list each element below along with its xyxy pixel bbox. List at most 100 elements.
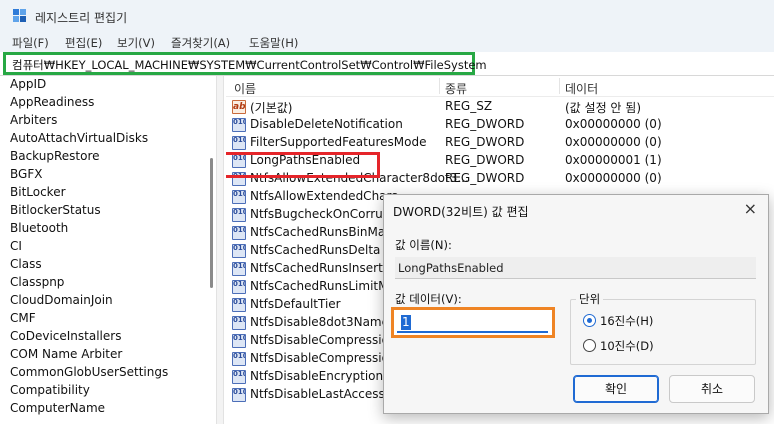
value-name: NtfsCachedRunsLimitMo	[250, 279, 396, 293]
tree-item[interactable]: Arbiters	[10, 113, 57, 127]
value-name: NtfsAllowExtendedChara	[250, 189, 399, 203]
value-name: NtfsBugcheckOnCorrupt	[250, 207, 396, 221]
menu-view[interactable]: 보기(V)	[117, 35, 155, 51]
value-data: (값 설정 안 됨)	[565, 101, 642, 115]
hex-radio[interactable]	[583, 314, 596, 327]
value-row[interactable]: 010 FilterSupportedFeaturesMode REG_DWORD 0…	[226, 134, 774, 152]
value-type: REG_DWORD	[445, 171, 525, 185]
binary-value-icon: 010	[232, 370, 246, 384]
column-separator[interactable]	[559, 78, 560, 94]
value-type: REG_DWORD	[445, 135, 525, 149]
value-row[interactable]: 010 DisableDeleteNotification REG_DWORD 0x0…	[226, 116, 774, 134]
decimal-radio[interactable]	[583, 339, 596, 352]
value-data-text: 1	[401, 315, 411, 330]
tree-item[interactable]: ComputerName	[10, 401, 105, 415]
decimal-radio-label[interactable]: 10진수(D)	[600, 338, 654, 354]
tree-item[interactable]: CommonGlobUserSettings	[10, 365, 168, 379]
key-tree[interactable]: AppID AppReadiness Arbiters AutoAttachVi…	[0, 76, 214, 424]
tree-item[interactable]: AutoAttachVirtualDisks	[10, 131, 148, 145]
tree-item[interactable]: AppReadiness	[10, 95, 94, 109]
pane-splitter[interactable]	[216, 76, 224, 424]
binary-value-icon: 010	[232, 262, 246, 276]
menu-help[interactable]: 도움말(H)	[249, 35, 298, 51]
tree-item[interactable]: CI	[10, 239, 22, 253]
ok-button[interactable]: 확인	[573, 375, 659, 403]
binary-value-icon: 010	[232, 208, 246, 222]
binary-value-icon: 010	[232, 388, 246, 402]
tree-scrollbar[interactable]	[210, 158, 213, 288]
value-name: NtfsCachedRunsBinMaxL	[250, 225, 400, 239]
value-highlight-box	[226, 152, 380, 178]
tree-item[interactable]: CoDeviceInstallers	[10, 329, 121, 343]
binary-value-icon: 010	[232, 244, 246, 258]
value-name: (기본값)	[250, 101, 293, 115]
address-bar[interactable]: 컴퓨터₩HKEY_LOCAL_MACHINE₩SYSTEM₩CurrentCon…	[0, 52, 774, 76]
value-data-highlight-box: 1	[391, 307, 555, 338]
column-separator[interactable]	[439, 78, 440, 94]
value-name: DisableDeleteNotification	[250, 117, 403, 131]
binary-value-icon: 010	[232, 190, 246, 204]
tree-item[interactable]: BackupRestore	[10, 149, 100, 163]
value-type: REG_SZ	[445, 99, 493, 113]
string-value-icon: ab	[232, 100, 246, 114]
title-bar: 레지스트리 편집기	[0, 0, 774, 32]
address-path[interactable]: 컴퓨터₩HKEY_LOCAL_MACHINE₩SYSTEM₩CurrentCon…	[12, 57, 487, 73]
value-name-label: 값 이름(N):	[395, 238, 452, 252]
edit-dword-dialog: DWORD(32비트) 값 편집 × 값 이름(N): LongPathsEna…	[383, 194, 769, 414]
base-group-box	[570, 299, 756, 365]
binary-value-icon: 010	[232, 136, 246, 150]
value-name: NtfsDisableCompression	[250, 333, 397, 347]
value-data: 0x00000001 (1)	[565, 153, 662, 167]
menu-edit[interactable]: 편집(E)	[65, 35, 102, 51]
value-row[interactable]: ab (기본값) REG_SZ (값 설정 안 됨)	[226, 98, 774, 116]
binary-value-icon: 010	[232, 280, 246, 294]
value-name: NtfsDisableCompressionL	[250, 351, 404, 365]
hex-radio-label[interactable]: 16진수(H)	[600, 313, 653, 329]
menu-bar: 파일(F) 편집(E) 보기(V) 즐겨찾기(A) 도움말(H)	[0, 32, 774, 52]
tree-item[interactable]: Classpnp	[10, 275, 64, 289]
value-data: 0x00000000 (0)	[565, 171, 662, 185]
value-data-label: 값 데이터(V):	[395, 292, 462, 306]
tree-item[interactable]: BitLocker	[10, 185, 66, 199]
tree-item[interactable]: AppID	[10, 77, 46, 91]
tree-item[interactable]: BGFX	[10, 167, 42, 181]
regedit-app-icon	[13, 9, 28, 24]
value-type: REG_DWORD	[445, 117, 525, 131]
binary-value-icon: 010	[232, 352, 246, 366]
value-name-text: LongPathsEnabled	[398, 261, 504, 275]
binary-value-icon: 010	[232, 298, 246, 312]
value-data-input[interactable]: 1	[397, 312, 548, 333]
binary-value-icon: 010	[232, 316, 246, 330]
value-name: NtfsDefaultTier	[250, 297, 341, 311]
column-header-data[interactable]: 데이터	[565, 80, 598, 97]
header-divider	[226, 96, 774, 97]
dialog-title: DWORD(32비트) 값 편집	[393, 205, 529, 219]
address-highlight-box: 컴퓨터₩HKEY_LOCAL_MACHINE₩SYSTEM₩CurrentCon…	[3, 52, 487, 75]
value-type: REG_DWORD	[445, 153, 525, 167]
value-name-field: LongPathsEnabled	[395, 257, 756, 279]
column-header-type[interactable]: 종류	[445, 80, 467, 97]
value-data: 0x00000000 (0)	[565, 117, 662, 131]
tree-item[interactable]: CMF	[10, 311, 36, 325]
column-header-name[interactable]: 이름	[234, 80, 256, 97]
cancel-button[interactable]: 취소	[669, 375, 755, 403]
base-group-title: 단위	[576, 291, 604, 307]
close-icon[interactable]: ×	[744, 199, 757, 218]
menu-file[interactable]: 파일(F)	[12, 35, 49, 51]
tree-item[interactable]: Class	[10, 257, 42, 271]
binary-value-icon: 010	[232, 334, 246, 348]
tree-item[interactable]: CloudDomainJoin	[10, 293, 113, 307]
tree-item[interactable]: Bluetooth	[10, 221, 68, 235]
value-data: 0x00000000 (0)	[565, 135, 662, 149]
binary-value-icon: 010	[232, 118, 246, 132]
window-title: 레지스트리 편집기	[35, 11, 128, 25]
binary-value-icon: 010	[232, 226, 246, 240]
value-name: NtfsDisableEncryption	[250, 369, 384, 383]
menu-favorites[interactable]: 즐겨찾기(A)	[171, 35, 230, 51]
value-name: NtfsDisable8dot3NameC	[250, 315, 398, 329]
tree-item[interactable]: BitlockerStatus	[10, 203, 101, 217]
tree-item[interactable]: Compatibility	[10, 383, 90, 397]
value-name: NtfsCachedRunsDelta	[250, 243, 381, 257]
value-name: NtfsCachedRunsInsertLim	[250, 261, 405, 275]
tree-item[interactable]: COM Name Arbiter	[10, 347, 122, 361]
